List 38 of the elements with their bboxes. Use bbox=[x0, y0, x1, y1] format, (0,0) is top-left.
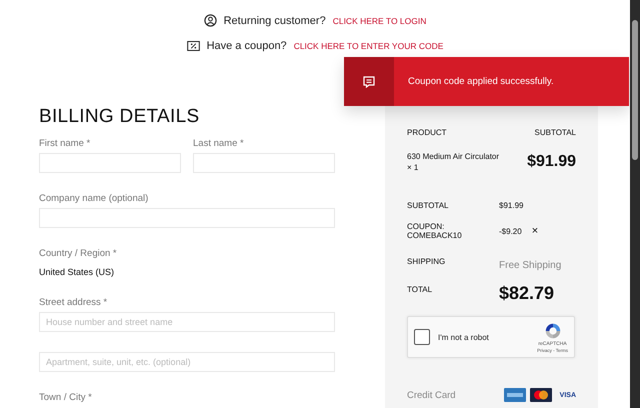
card-logo-icon bbox=[504, 388, 526, 402]
column-heading: SUBTOTAL bbox=[534, 128, 576, 137]
recaptcha-logo-icon bbox=[544, 322, 562, 340]
remove-coupon-button[interactable]: × bbox=[522, 225, 538, 237]
input-field[interactable]: House number and street name bbox=[39, 312, 335, 332]
field-label: First name * bbox=[39, 138, 92, 149]
user-icon bbox=[204, 14, 217, 27]
coupon-icon bbox=[186, 41, 200, 51]
message-icon bbox=[363, 76, 375, 88]
summary-label: COUPON: COMEBACK10 bbox=[407, 222, 463, 240]
field-label: Company name (optional) bbox=[39, 193, 150, 204]
field-label: Country / Region * bbox=[39, 248, 118, 259]
summary-label: SUBTOTAL bbox=[407, 201, 450, 210]
field-value: United States (US) bbox=[39, 267, 116, 277]
summary-label: TOTAL bbox=[407, 285, 434, 294]
input-field[interactable]: Apartment, suite, unit, etc. (optional) bbox=[39, 352, 335, 372]
column-heading: PRODUCT bbox=[407, 128, 447, 137]
product-price: $91.99 bbox=[527, 153, 576, 171]
total-value: $82.79 bbox=[499, 283, 554, 304]
notice-text: Returning customer? bbox=[224, 14, 326, 26]
notice-link[interactable]: CLICK HERE TO LOGIN bbox=[332, 16, 426, 26]
field-label: Street address * bbox=[39, 297, 108, 308]
product-name: 630 Medium Air Circulator × 1 bbox=[407, 151, 500, 173]
card-logo-icon bbox=[530, 388, 552, 402]
summary-value: -$9.20 bbox=[499, 226, 522, 236]
toast-message: Coupon code applied successfully. bbox=[408, 76, 554, 87]
billing-title: BILLING DETAILS bbox=[39, 106, 200, 128]
summary-value: $91.99 bbox=[499, 201, 524, 210]
summary-label: SHIPPING bbox=[407, 257, 446, 266]
shipping-value: Free Shipping bbox=[499, 260, 562, 271]
notice-link[interactable]: CLICK HERE TO ENTER YOUR CODE bbox=[294, 41, 444, 51]
captcha-label: I'm not a robot bbox=[438, 332, 490, 342]
captcha-checkbox[interactable] bbox=[414, 329, 430, 345]
payment-method-label: Credit Card bbox=[407, 390, 457, 400]
field-label: Town / City * bbox=[39, 392, 93, 403]
field-label: Last name * bbox=[193, 138, 245, 149]
scrollbar[interactable] bbox=[630, 0, 640, 408]
notice-text: Have a coupon? bbox=[206, 40, 287, 52]
